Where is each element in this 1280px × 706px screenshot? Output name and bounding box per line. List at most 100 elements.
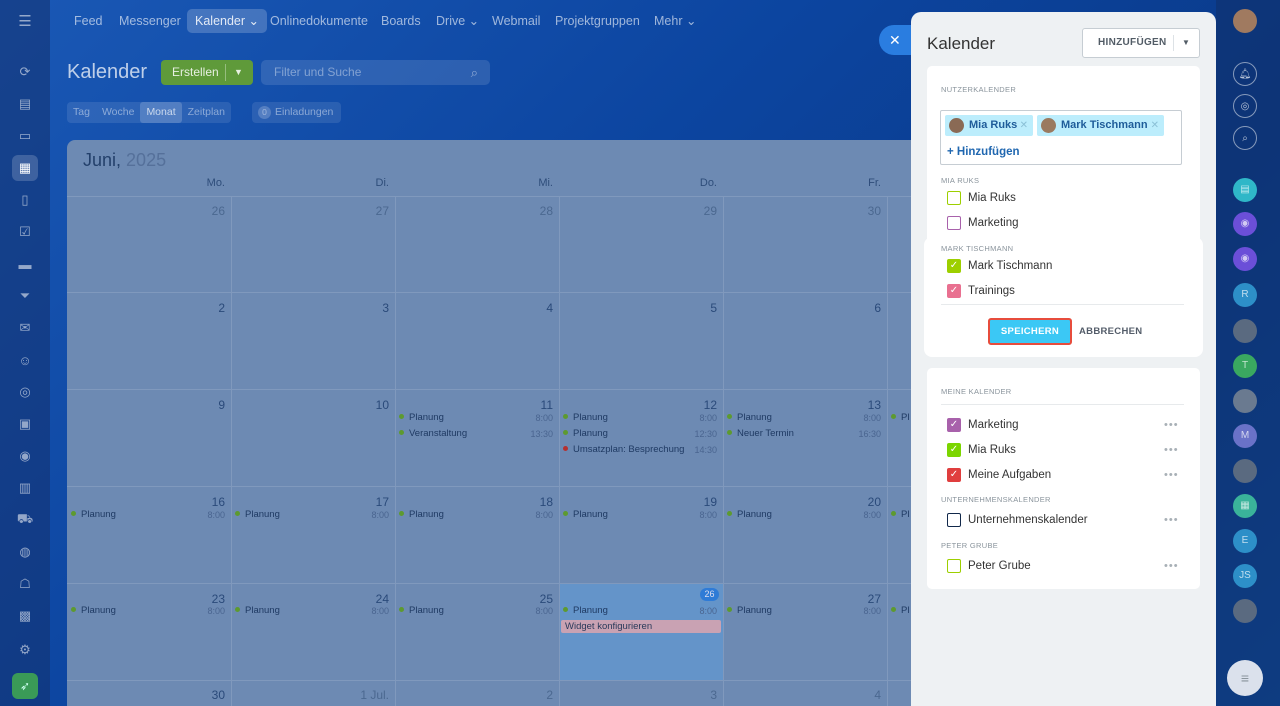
day-number[interactable]: 10 <box>349 398 389 412</box>
contact-initial[interactable]: T <box>1233 354 1257 378</box>
calendar-event[interactable]: Planung <box>399 605 444 617</box>
analytics-icon[interactable]: ▥ <box>12 475 38 501</box>
checkbox[interactable] <box>947 191 961 205</box>
calendar-event[interactable]: Veranstaltung <box>399 428 467 440</box>
checkbox-checked[interactable]: ✓ <box>947 418 961 432</box>
tasks-icon[interactable]: ☑ <box>12 219 38 245</box>
menu-icon[interactable]: ≡ <box>1227 660 1263 696</box>
calendar-label[interactable]: Marketing <box>968 217 1019 229</box>
day-number[interactable]: 24 <box>349 592 389 606</box>
bot-icon[interactable]: ☖ <box>12 571 38 597</box>
calendar-label[interactable]: Trainings <box>968 285 1015 297</box>
nav-projektgruppen[interactable]: Projektgruppen <box>547 9 648 33</box>
day-number[interactable]: 11 <box>513 398 553 412</box>
user-selector[interactable]: Mia Ruks ✕ Mark Tischmann ✕ + Hinzufügen <box>940 110 1182 165</box>
menu-icon[interactable]: ☰ <box>12 8 38 34</box>
day-number[interactable]: 3 <box>349 301 389 315</box>
calendar-event[interactable]: Planung <box>727 412 772 424</box>
day-number[interactable]: 13 <box>841 398 881 412</box>
day-number[interactable]: 30 <box>841 204 881 218</box>
day-number[interactable]: 27 <box>349 204 389 218</box>
contact-avatar[interactable] <box>1233 319 1257 343</box>
feed-icon[interactable]: ▤ <box>12 91 38 117</box>
add-button[interactable]: HINZUFÜGEN ▼ <box>1082 28 1200 58</box>
event-widget-konfigurieren[interactable]: Widget konfigurieren <box>561 620 721 633</box>
day-number[interactable]: 4 <box>513 301 553 315</box>
nav-kalender[interactable]: Kalender ⌄ <box>187 9 267 33</box>
today-badge[interactable]: 26 <box>700 588 719 601</box>
create-button[interactable]: Erstellen ▼ <box>161 60 253 85</box>
tab-woche[interactable]: Woche <box>96 102 141 123</box>
activity-icon[interactable]: ◎ <box>1233 94 1257 118</box>
day-number[interactable]: 18 <box>513 495 553 509</box>
calendar-label[interactable]: Marketing <box>968 419 1019 431</box>
more-icon[interactable]: ••• <box>1164 469 1179 481</box>
checkbox-checked[interactable]: ✓ <box>947 468 961 482</box>
crm-icon[interactable]: ▬ <box>12 251 38 277</box>
day-number[interactable]: 3 <box>677 688 717 702</box>
calendar-event[interactable]: Planung <box>563 428 608 440</box>
chat-icon[interactable]: ▭ <box>12 123 38 149</box>
chevron-down-icon[interactable]: ▼ <box>234 60 243 85</box>
cancel-button[interactable]: ABBRECHEN <box>1079 318 1142 345</box>
calendar-event[interactable]: Planung <box>727 605 772 617</box>
day-number[interactable]: 23 <box>185 592 225 606</box>
support-icon[interactable]: ◍ <box>12 539 38 565</box>
day-number[interactable]: 5 <box>677 301 717 315</box>
copilot-icon[interactable]: ◉ <box>1233 247 1257 271</box>
close-icon[interactable]: ✕ <box>889 32 901 48</box>
day-number[interactable]: 20 <box>841 495 881 509</box>
nav-feed[interactable]: Feed <box>66 9 111 33</box>
copilot-icon[interactable]: ◉ <box>1233 212 1257 236</box>
checkbox-checked[interactable]: ✓ <box>947 443 961 457</box>
search-input[interactable]: Filter und Suche ⌕ <box>261 60 490 85</box>
tab-monat[interactable]: Monat <box>140 102 182 123</box>
day-number[interactable]: 19 <box>677 495 717 509</box>
invitations-button[interactable]: 0 Einladungen <box>252 102 342 123</box>
calendar-label[interactable]: Mia Ruks <box>968 444 1016 456</box>
day-number[interactable]: 25 <box>513 592 553 606</box>
contact-initial[interactable]: JS <box>1233 564 1257 588</box>
calendar-event[interactable]: Planung <box>235 605 280 617</box>
contact-avatar[interactable] <box>1233 389 1257 413</box>
calendar-event[interactable]: Planung <box>71 605 116 617</box>
calendar-event[interactable]: Pl <box>891 605 909 617</box>
calendar-event[interactable]: Planung <box>235 509 280 521</box>
more-icon[interactable]: ••• <box>1164 560 1179 572</box>
shop-cart-icon[interactable]: ⛟ <box>12 507 38 533</box>
day-number[interactable]: 4 <box>841 688 881 702</box>
remove-tag-icon[interactable]: ✕ <box>1020 115 1028 136</box>
checkbox-checked[interactable]: ✓ <box>947 259 961 273</box>
calendar-label[interactable]: Meine Aufgaben <box>968 469 1051 481</box>
calendar-event[interactable]: Planung <box>563 509 608 521</box>
funnel-icon[interactable]: ⏷ <box>12 283 38 309</box>
calendar-event[interactable]: Planung <box>563 605 608 617</box>
checkbox[interactable] <box>947 559 961 573</box>
calendar-event[interactable]: Planung <box>563 412 608 424</box>
document-icon[interactable]: ▯ <box>12 187 38 213</box>
calendar-event[interactable]: Pl <box>891 412 909 424</box>
calendar-label[interactable]: Mia Ruks <box>968 192 1016 204</box>
calendar-label[interactable]: Unternehmenskalender <box>968 514 1088 526</box>
day-number[interactable]: 27 <box>841 592 881 606</box>
contact-avatar[interactable] <box>1233 599 1257 623</box>
notifications-icon[interactable]: 🔔︎ <box>1233 62 1257 86</box>
calendar-event[interactable]: Planung <box>399 412 444 424</box>
user-tag-mia[interactable]: Mia Ruks ✕ <box>945 115 1033 136</box>
contacts-icon[interactable]: ☺ <box>12 347 38 373</box>
day-number[interactable]: 29 <box>677 204 717 218</box>
nav-drive[interactable]: Drive ⌄ <box>428 9 487 33</box>
contact-initial[interactable]: E <box>1233 529 1257 553</box>
day-number[interactable]: 1 Jul. <box>329 688 389 702</box>
user-avatar[interactable] <box>1233 9 1257 33</box>
nav-webmail[interactable]: Webmail <box>484 9 548 33</box>
day-number[interactable]: 12 <box>677 398 717 412</box>
checkbox-checked[interactable]: ✓ <box>947 284 961 298</box>
contact-initial[interactable]: R <box>1233 283 1257 307</box>
calendar-icon[interactable]: ▦ <box>12 155 38 181</box>
more-icon[interactable]: ••• <box>1164 419 1179 431</box>
day-number[interactable]: 26 <box>185 204 225 218</box>
chevron-down-icon[interactable]: ▼ <box>1182 29 1190 57</box>
nav-messenger[interactable]: Messenger <box>111 9 189 33</box>
nav-mehr[interactable]: Mehr ⌄ <box>646 9 704 33</box>
